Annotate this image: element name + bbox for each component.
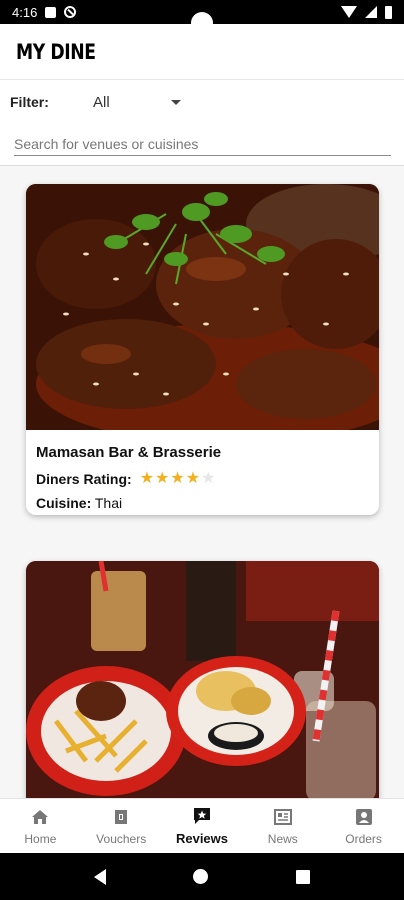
- nav-news-label: News: [267, 831, 298, 846]
- star-icon: ★: [170, 470, 185, 487]
- nav-reviews-label: Reviews: [175, 831, 229, 846]
- home-button-icon[interactable]: [193, 869, 209, 884]
- rating-row: Diners Rating: ★ ★ ★ ★ ★: [36, 471, 369, 488]
- dnd-icon: [64, 6, 77, 18]
- bottom-nav: Home Vouchers Reviews News Orders: [0, 798, 404, 853]
- filter-label: Filter:: [10, 94, 49, 110]
- sim-icon: [45, 6, 57, 18]
- filter-selected-value: All: [93, 93, 110, 111]
- star-icon: ★: [201, 470, 216, 487]
- nav-home-label: Home: [24, 831, 57, 846]
- nav-vouchers-label: Vouchers: [96, 831, 147, 846]
- voucher-icon: [115, 809, 128, 824]
- orders-icon: [355, 808, 372, 825]
- search-input[interactable]: [14, 132, 391, 156]
- venue-image: [26, 184, 379, 430]
- nav-orders-label: Orders: [345, 831, 382, 846]
- venue-name: Mamasan Bar & Brasserie: [36, 444, 222, 461]
- signal-icon: [365, 6, 377, 18]
- nav-news[interactable]: News: [242, 799, 323, 853]
- recents-icon[interactable]: [296, 869, 311, 884]
- nav-home[interactable]: Home: [0, 799, 81, 853]
- system-nav-bar: [0, 853, 404, 900]
- rating-label: Diners Rating:: [36, 471, 132, 487]
- app-screen: 4:16 MY DINE Filter: All Search for venu…: [0, 0, 404, 900]
- star-icon: ★: [185, 470, 201, 487]
- nav-orders[interactable]: Orders: [323, 799, 404, 853]
- cuisine-label: Cuisine:: [36, 495, 92, 511]
- star-icon: ★: [155, 470, 170, 487]
- chevron-down-icon: [171, 99, 181, 105]
- app-bar: MY DINE: [0, 24, 404, 80]
- status-time: 4:16: [12, 4, 38, 20]
- home-icon: [32, 809, 49, 824]
- nav-vouchers[interactable]: Vouchers: [81, 799, 162, 853]
- back-icon[interactable]: [93, 868, 106, 885]
- filter-area: Filter: All: [0, 80, 404, 166]
- cuisine-value: Thai: [94, 495, 123, 511]
- news-icon: [273, 808, 292, 825]
- filter-dropdown[interactable]: All: [93, 94, 181, 111]
- app-title: MY DINE: [16, 39, 96, 64]
- battery-icon: [385, 5, 392, 19]
- venue-card[interactable]: Mamasan Bar & Brasserie Diners Rating: ★…: [26, 184, 379, 515]
- star-icon: ★: [139, 470, 155, 487]
- cuisine-row: Cuisine: Thai: [36, 495, 369, 511]
- star-rating: ★ ★ ★ ★ ★: [140, 471, 216, 487]
- reviews-icon: [193, 808, 210, 824]
- wifi-icon: [341, 6, 357, 18]
- nav-reviews[interactable]: Reviews: [162, 799, 243, 853]
